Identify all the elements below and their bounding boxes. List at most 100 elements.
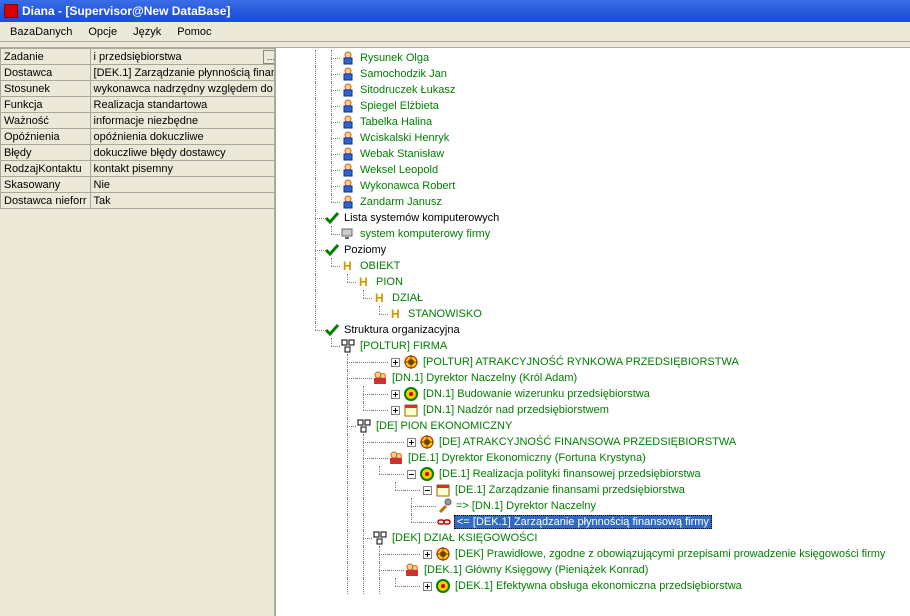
tree-expander[interactable] <box>423 486 432 495</box>
tree-item-label: Samochodzik Jan <box>358 68 449 80</box>
tree-item-label: Rysunek Olga <box>358 52 431 64</box>
property-value[interactable]: informacje niezbędne <box>90 113 276 129</box>
tree-expander[interactable] <box>391 406 400 415</box>
tree-expander[interactable] <box>391 358 400 367</box>
menu-pomoc[interactable]: Pomoc <box>169 24 219 40</box>
tree-item[interactable]: HOBIEKT <box>276 258 910 274</box>
property-value[interactable]: Nie <box>90 177 276 193</box>
tree-item[interactable]: [DE.1] Zarządzanie finansami przedsiębio… <box>276 482 910 498</box>
tree-item-label: Tabelka Halina <box>358 116 434 128</box>
tree-item[interactable]: Webak Stanisław <box>276 146 910 162</box>
tree-item[interactable]: [DN.1] Nadzór nad przedsiębiorstwem <box>276 402 910 418</box>
tree-item[interactable]: [DN.1] Dyrektor Naczelny (Król Adam) <box>276 370 910 386</box>
tree-item[interactable]: [DEK] Prawidłowe, zgodne z obowiązującym… <box>276 546 910 562</box>
tree-item-label: Poziomy <box>342 244 388 256</box>
svg-text:H: H <box>375 291 384 305</box>
tree-item[interactable]: [DN.1] Budowanie wizerunku przedsiębiors… <box>276 386 910 402</box>
tree-item-label: => [DN.1] Dyrektor Naczelny <box>454 500 598 512</box>
property-value[interactable]: wykonawca nadrzędny względem do <box>90 81 276 97</box>
tree-item-label: [DN.1] Dyrektor Naczelny (Król Adam) <box>390 372 579 384</box>
tree-item-label: Lista systemów komputerowych <box>342 212 501 224</box>
property-value[interactable]: [DEK.1] Zarządzanie płynnością finan <box>90 65 276 81</box>
menu-opcje[interactable]: Opcje <box>80 24 125 40</box>
person-icon <box>340 146 356 162</box>
window-title: Diana - [Supervisor@New DataBase] <box>22 4 230 18</box>
tree-item[interactable]: Zandarm Janusz <box>276 194 910 210</box>
link-icon <box>436 514 452 530</box>
app-icon <box>4 4 18 18</box>
tree-item[interactable]: [DEK.1] Główny Księgowy (Pieniążek Konra… <box>276 562 910 578</box>
tree-item[interactable]: Tabelka Halina <box>276 114 910 130</box>
property-row: Zadaniei przedsiębiorstwa… <box>1 49 277 65</box>
property-value[interactable]: kontakt pisemny <box>90 161 276 177</box>
tree-item[interactable]: [DE] PION EKONOMICZNY <box>276 418 910 434</box>
tree-item[interactable]: Samochodzik Jan <box>276 66 910 82</box>
check-icon <box>324 322 340 338</box>
person-icon <box>340 82 356 98</box>
tree-item-label: [DEK.1] Główny Księgowy (Pieniążek Konra… <box>422 564 650 576</box>
ellipsis-button[interactable]: … <box>263 50 276 64</box>
tree-item[interactable]: [DEK.1] Efektywna obsługa ekonomiczna pr… <box>276 578 910 594</box>
tree-item[interactable]: Poziomy <box>276 242 910 258</box>
property-label: Stosunek <box>1 81 91 97</box>
tree-item-label: [DEK.1] Efektywna obsługa ekonomiczna pr… <box>453 580 744 592</box>
menu-bazadanych[interactable]: BazaDanych <box>2 24 80 40</box>
tree-item[interactable]: [DEK] DZIAŁ KSIĘGOWOŚCI <box>276 530 910 546</box>
tree-expander[interactable] <box>423 550 432 559</box>
tree-item[interactable]: Sitodruczek Łukasz <box>276 82 910 98</box>
tree-item[interactable]: [POLTUR] ATRAKCYJNOŚĆ RYNKOWA PRZEDSIĘBI… <box>276 354 910 370</box>
tree-expander[interactable] <box>391 390 400 399</box>
tree-item-label: STANOWISKO <box>406 308 484 320</box>
property-value[interactable]: opóźnienia dokuczliwe <box>90 129 276 145</box>
tree-item[interactable]: Rysunek Olga <box>276 50 910 66</box>
tree-item[interactable]: HSTANOWISKO <box>276 306 910 322</box>
property-value[interactable]: i przedsiębiorstwa… <box>90 49 276 65</box>
tree-item[interactable]: => [DN.1] Dyrektor Naczelny <box>276 498 910 514</box>
property-row: Dostawca[DEK.1] Zarządzanie płynnością f… <box>1 65 277 81</box>
person2-icon <box>404 562 420 578</box>
person-icon <box>340 114 356 130</box>
property-label: Skasowany <box>1 177 91 193</box>
tree-item[interactable]: Struktura organizacyjna <box>276 322 910 338</box>
tree-item-label: PION <box>374 276 405 288</box>
menu-jezyk[interactable]: Język <box>125 24 169 40</box>
tree-item[interactable]: Weksel Leopold <box>276 162 910 178</box>
tree-item[interactable]: Wciskalski Henryk <box>276 130 910 146</box>
property-label: RodzajKontaktu <box>1 161 91 177</box>
property-label: Dostawca nieforr <box>1 193 91 209</box>
svg-text:H: H <box>359 275 368 289</box>
tree-expander[interactable] <box>407 438 416 447</box>
tree-item[interactable]: [POLTUR] FIRMA <box>276 338 910 354</box>
menubar: BazaDanych Opcje Język Pomoc <box>0 22 910 42</box>
property-row: SkasowanyNie <box>1 177 277 193</box>
property-value[interactable]: Realizacja standartowa <box>90 97 276 113</box>
tree-panel[interactable]: Rysunek Olga Samochodzik Jan Sitodruczek Ł… <box>276 48 910 616</box>
tree-item[interactable]: [DE.1] Realizacja polityki finansowej pr… <box>276 466 910 482</box>
tree-item[interactable]: Spiegel Elżbieta <box>276 98 910 114</box>
tree-item[interactable]: [DE] ATRAKCYJNOŚĆ FINANSOWA PRZEDSIĘBIOR… <box>276 434 910 450</box>
property-row: FunkcjaRealizacja standartowa <box>1 97 277 113</box>
tree-item-label: Sitodruczek Łukasz <box>358 84 457 96</box>
org-icon <box>372 530 388 546</box>
computer-icon <box>340 226 356 242</box>
tree-item[interactable]: [DE.1] Dyrektor Ekonomiczny (Fortuna Kry… <box>276 450 910 466</box>
tree-item[interactable]: HDZIAŁ <box>276 290 910 306</box>
tree-item[interactable]: Lista systemów komputerowych <box>276 210 910 226</box>
property-value[interactable]: Tak <box>90 193 276 209</box>
tree-item-label: [DE.1] Dyrektor Ekonomiczny (Fortuna Kry… <box>406 452 648 464</box>
property-row: Ważnośćinformacje niezbędne <box>1 113 277 129</box>
target-icon <box>403 354 419 370</box>
target-icon <box>419 434 435 450</box>
cal-icon <box>435 482 451 498</box>
tree-item[interactable]: Wykonawca Robert <box>276 178 910 194</box>
window-titlebar: Diana - [Supervisor@New DataBase] <box>0 0 910 22</box>
tree-item-label: Spiegel Elżbieta <box>358 100 441 112</box>
property-value[interactable]: dokuczliwe błędy dostawcy <box>90 145 276 161</box>
tree-item[interactable]: <= [DEK.1] Zarządzanie płynnością finans… <box>276 514 910 530</box>
tree-item[interactable]: system komputerowy firmy <box>276 226 910 242</box>
tree-expander[interactable] <box>407 470 416 479</box>
tree-item-label: <= [DEK.1] Zarządzanie płynnością finans… <box>454 515 712 529</box>
properties-panel: Zadaniei przedsiębiorstwa…Dostawca[DEK.1… <box>0 48 276 616</box>
tree-item[interactable]: H PION <box>276 274 910 290</box>
tree-expander[interactable] <box>423 582 432 591</box>
